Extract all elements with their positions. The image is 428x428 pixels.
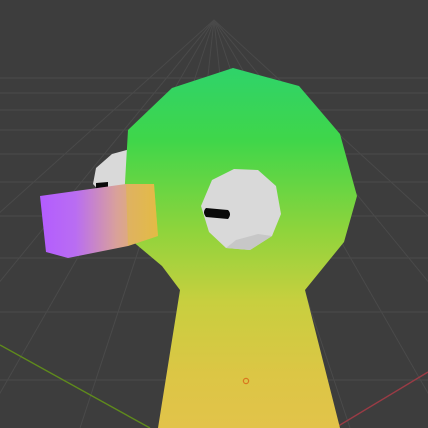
- 3d-viewport[interactable]: [0, 0, 428, 428]
